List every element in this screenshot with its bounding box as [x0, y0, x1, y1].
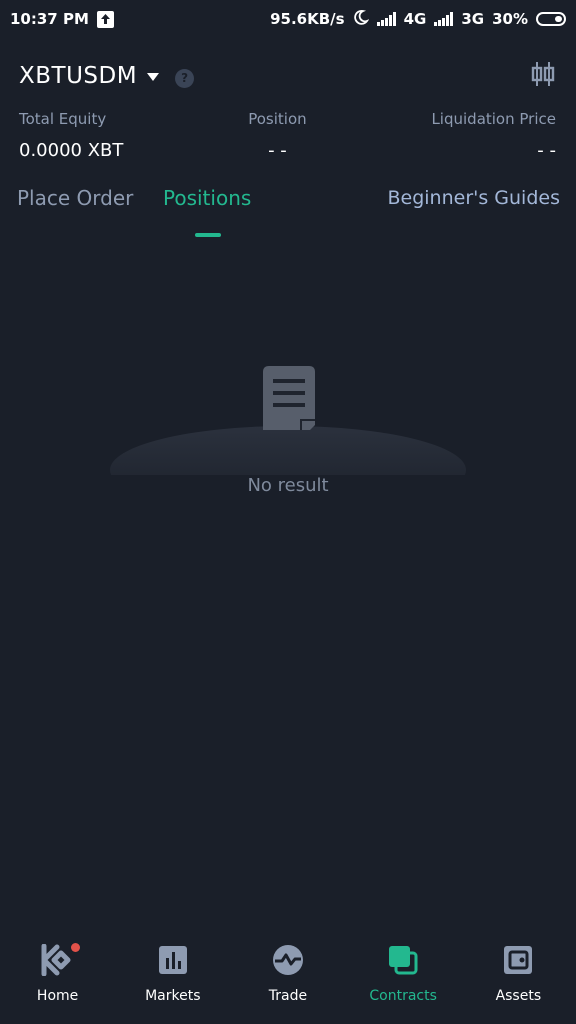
position: Position - -: [248, 110, 306, 161]
liquidation-price-value: - -: [537, 140, 556, 161]
pair-selector[interactable]: XBTUSDM: [19, 63, 137, 89]
nav-assets-label: Assets: [495, 988, 542, 1004]
net-type-2: 3G: [461, 10, 485, 28]
wallet-icon: [503, 944, 533, 980]
nav-contracts-label: Contracts: [369, 988, 437, 1004]
nav-home[interactable]: Home: [0, 934, 115, 1024]
bar-chart-icon: [158, 944, 188, 980]
no-result-message: No result: [247, 475, 329, 496]
signal-icon: [434, 12, 454, 26]
status-bar: 10:37 PM 95.6KB/s 4G 3G 30%: [0, 0, 576, 38]
total-equity-value: 0.0000 XBT: [19, 140, 124, 161]
tab-bar: Place Order Positions Beginner's Guides: [17, 186, 560, 246]
nav-markets[interactable]: Markets: [115, 934, 230, 1024]
empty-state: No result: [0, 360, 576, 510]
battery-icon: [536, 12, 566, 26]
net-speed: 95.6KB/s: [270, 10, 345, 28]
liquidation-price-label: Liquidation Price: [431, 110, 556, 128]
position-label: Position: [248, 110, 307, 128]
status-time: 10:37 PM: [10, 10, 89, 28]
upload-icon: [96, 10, 114, 28]
contracts-icon: [387, 944, 419, 980]
signal-icon: [376, 12, 396, 26]
moon-icon: [353, 9, 369, 29]
nav-trade-label: Trade: [268, 988, 308, 1004]
notification-dot: [70, 943, 80, 952]
position-value: - -: [268, 140, 287, 161]
nav-trade[interactable]: Trade: [230, 934, 345, 1024]
nav-markets-label: Markets: [145, 988, 201, 1004]
nav-assets[interactable]: Assets: [461, 934, 576, 1024]
total-equity: Total Equity 0.0000 XBT: [19, 110, 123, 161]
help-icon[interactable]: ?: [175, 68, 195, 88]
net-type-1: 4G: [403, 10, 427, 28]
caret-down-icon[interactable]: [147, 73, 160, 81]
trade-wave-icon: [271, 944, 305, 980]
contract-header: XBTUSDM ?: [19, 58, 556, 94]
kucoin-logo-icon: [41, 943, 80, 980]
nav-contracts[interactable]: Contracts: [346, 934, 461, 1024]
tab-place-order[interactable]: Place Order: [17, 186, 133, 210]
empty-document-icon: [110, 366, 466, 475]
liquidation-price: Liquidation Price - -: [431, 110, 556, 161]
total-equity-label: Total Equity: [19, 110, 107, 128]
account-stats: Total Equity 0.0000 XBT Position - - Liq…: [19, 110, 556, 161]
active-tab-indicator: [195, 233, 221, 237]
nav-home-label: Home: [36, 988, 79, 1004]
tab-positions[interactable]: Positions: [163, 186, 251, 210]
battery-percent: 30%: [492, 10, 528, 28]
candlestick-chart-icon[interactable]: [530, 60, 556, 92]
bottom-nav: Home Markets Trade Contracts Assets: [0, 934, 576, 1024]
beginners-guides-link[interactable]: Beginner's Guides: [387, 187, 560, 209]
